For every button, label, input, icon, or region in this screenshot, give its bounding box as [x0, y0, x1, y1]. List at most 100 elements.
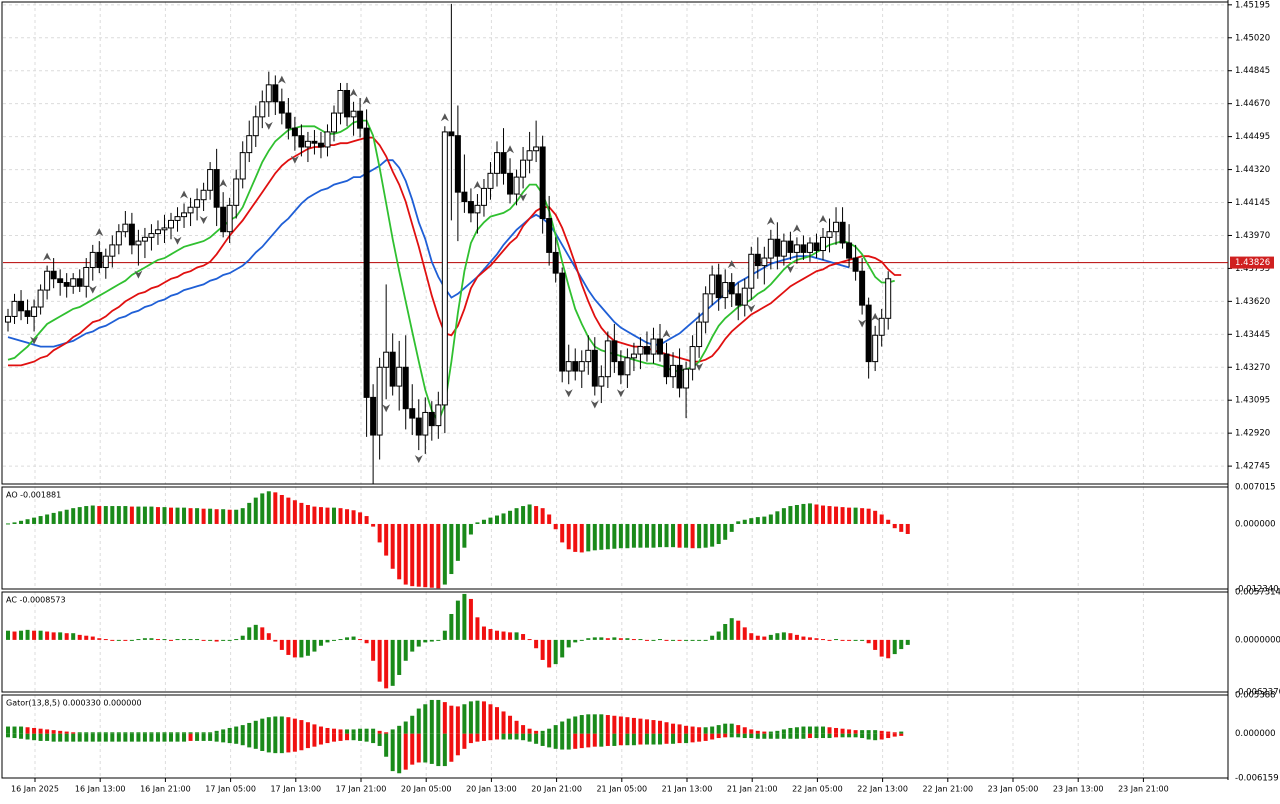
- gator-upper-bar: [514, 720, 519, 734]
- ac-bar: [521, 634, 526, 640]
- gator-upper-bar: [155, 732, 160, 734]
- gator-lower-bar: [403, 733, 408, 770]
- candle-body: [304, 140, 311, 148]
- candle-body: [370, 396, 377, 436]
- gator-upper-bar: [755, 730, 760, 734]
- ac-y-tick-label: 0.0000000: [1235, 635, 1280, 645]
- ao-bar: [788, 506, 793, 524]
- gator-upper-bar: [201, 732, 206, 734]
- ao-bar: [384, 523, 389, 556]
- ao-bar: [58, 511, 63, 524]
- ao-bar: [25, 519, 30, 524]
- candle-body: [11, 300, 18, 317]
- gator-upper-bar: [697, 727, 702, 734]
- gator-lower-bar: [155, 733, 160, 742]
- gator-upper-bar: [847, 729, 852, 734]
- ac-bar: [188, 639, 193, 641]
- candle-body: [76, 278, 83, 287]
- trading-chart[interactable]: 1.45195 1.45020 1.44845 1.44670 1.44495 1.443…: [0, 0, 1280, 800]
- gator-upper-bar: [638, 718, 643, 734]
- gator-upper-bar: [332, 728, 336, 734]
- candle-body: [128, 223, 135, 246]
- gator-upper-bar: [338, 729, 343, 734]
- ao-bar: [801, 503, 806, 524]
- gator-upper-bar: [547, 728, 552, 734]
- ao-bar: [677, 523, 682, 548]
- candle-body: [572, 361, 579, 372]
- ao-bar: [821, 505, 825, 524]
- gator-lower-bar: [553, 733, 558, 749]
- gator-upper-bar: [19, 726, 24, 734]
- ac-bar: [736, 620, 741, 640]
- ao-bar: [488, 517, 493, 524]
- ac-bar: [449, 613, 454, 640]
- candle-body: [578, 361, 585, 372]
- ao-bar: [19, 520, 24, 524]
- candle-body: [885, 278, 892, 319]
- ao-bar: [318, 507, 323, 524]
- candle-body: [402, 366, 409, 410]
- gator-lower-bar: [612, 733, 617, 746]
- ac-bar: [416, 639, 421, 647]
- gator-lower-bar: [129, 733, 134, 742]
- ao-bar: [182, 507, 187, 524]
- candle-body: [833, 221, 840, 233]
- gator-upper-bar: [618, 716, 623, 734]
- candle-body: [213, 169, 220, 208]
- gator-lower-bar: [840, 733, 845, 738]
- gator-upper-bar: [110, 732, 115, 734]
- ac-bar: [723, 624, 728, 640]
- gator-upper-bar: [488, 704, 493, 734]
- gator-upper-bar: [325, 727, 330, 734]
- gator-lower-bar: [260, 733, 265, 751]
- candle-body: [461, 191, 468, 203]
- gator-lower-bar: [775, 733, 780, 739]
- gator-lower-bar: [651, 733, 656, 745]
- gator-lower-bar: [586, 733, 591, 748]
- ao-bar: [892, 523, 897, 529]
- ac-bar: [169, 639, 173, 641]
- candle-body: [396, 366, 403, 387]
- gator-lower-bar: [116, 733, 121, 742]
- candle-body: [467, 201, 474, 214]
- chart-canvas[interactable]: 1.45195 1.45020 1.44845 1.44670 1.44495 1.443…: [0, 0, 1280, 800]
- ao-bar: [325, 507, 330, 524]
- gator-lower-bar: [305, 733, 310, 749]
- gator-lower-bar: [736, 733, 741, 738]
- ao-bar: [618, 523, 623, 549]
- ao-bar: [103, 506, 108, 524]
- ao-bar: [188, 508, 193, 524]
- ao-bar: [390, 523, 395, 569]
- gator-y-tick-label: -0.006159: [1235, 774, 1279, 784]
- candle-body: [767, 238, 774, 259]
- candle-body: [5, 315, 11, 323]
- candle-body: [89, 251, 96, 268]
- gator-lower-bar: [266, 733, 271, 753]
- ao-bar: [605, 523, 610, 550]
- ao-bar: [416, 523, 421, 587]
- ao-bar: [305, 504, 310, 524]
- gator-lower-bar: [671, 733, 676, 744]
- candle-body: [741, 287, 748, 306]
- gator-lower-bar: [860, 733, 865, 739]
- gator-lower-bar: [318, 733, 323, 745]
- gator-y-tick-label: 0.000000: [1235, 729, 1276, 739]
- candle-body: [226, 204, 233, 233]
- gator-upper-bar: [651, 720, 656, 734]
- ac-bar: [638, 639, 643, 641]
- gator-lower-bar: [25, 733, 30, 740]
- gator-upper-bar: [468, 701, 473, 734]
- gator-lower-bar: [71, 733, 76, 742]
- candle-body: [585, 349, 592, 363]
- candle-body: [285, 112, 292, 129]
- candle-body: [552, 251, 559, 274]
- current-price-label: 1.43826: [1235, 258, 1270, 268]
- gator-lower-bar: [64, 733, 69, 742]
- ac-bar: [879, 639, 884, 657]
- candle-body: [813, 242, 820, 252]
- gator-upper-bar: [605, 715, 610, 734]
- gator-lower-bar: [540, 733, 545, 746]
- ac-bar: [644, 639, 649, 641]
- ao-bar: [247, 502, 252, 524]
- ao-bar: [547, 514, 552, 524]
